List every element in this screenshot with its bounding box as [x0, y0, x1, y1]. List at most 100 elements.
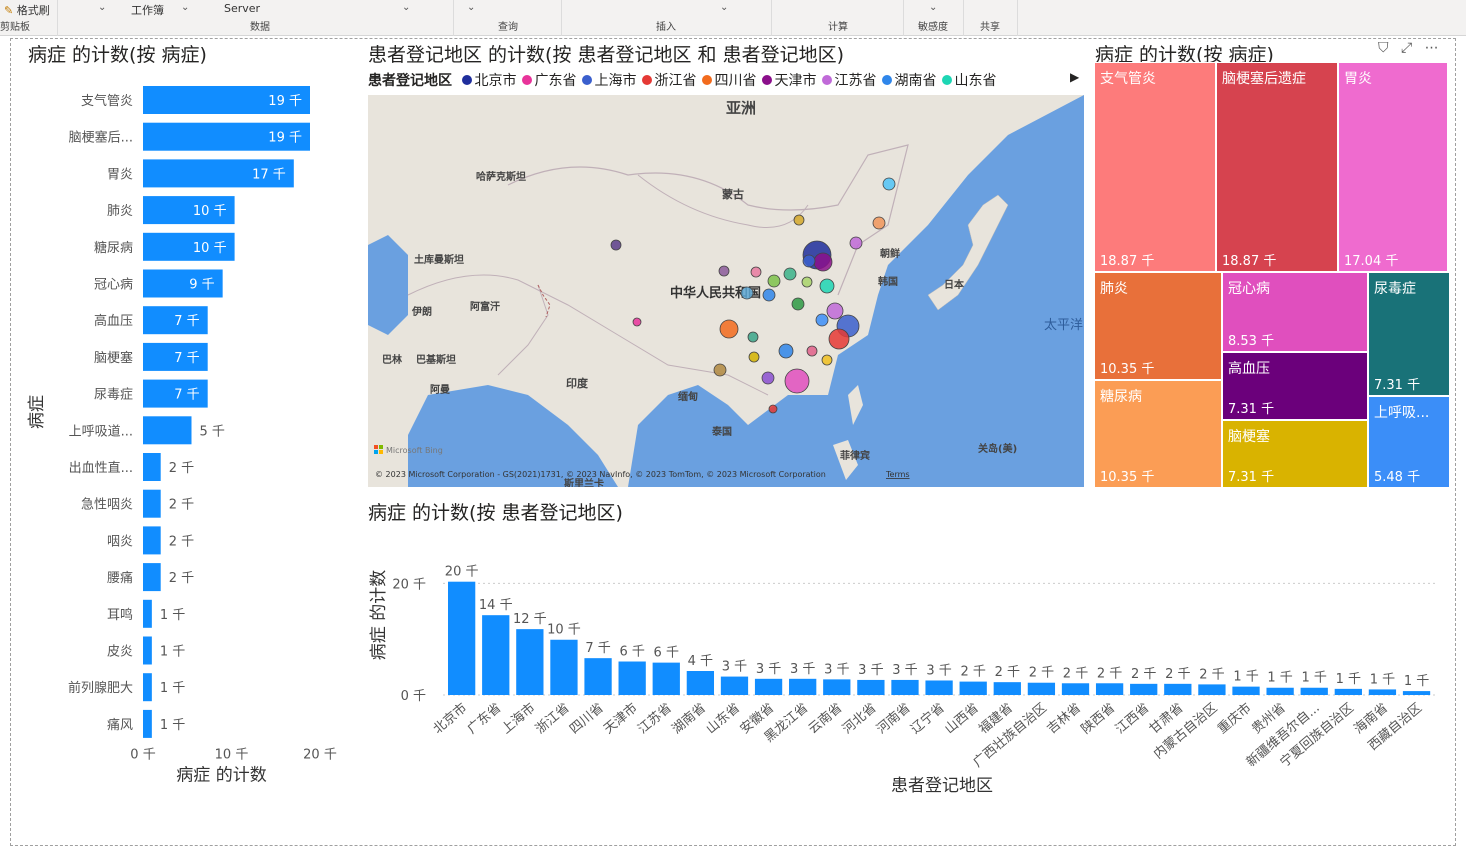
- map-bubble[interactable]: [750, 266, 762, 278]
- legend-item[interactable]: 四川省: [702, 70, 756, 90]
- map-bubble[interactable]: [713, 363, 727, 377]
- map-bubble[interactable]: [762, 288, 776, 302]
- map-bubble[interactable]: [719, 319, 739, 339]
- map-bubble[interactable]: [872, 216, 886, 230]
- map-canvas[interactable]: 亚洲 哈萨克斯坦 蒙古 土库曼斯坦 中华人民共和国 阿富汗 伊朗 巴基斯坦 阿曼…: [368, 95, 1084, 487]
- map-bubble[interactable]: [815, 313, 829, 327]
- map-bubble[interactable]: [802, 254, 816, 268]
- column-bar[interactable]: [1130, 683, 1158, 695]
- treemap-cell-value: 17.04 千: [1344, 254, 1399, 269]
- treemap-cell[interactable]: 脑梗塞后遗症 18.87 千: [1216, 62, 1338, 272]
- map-bubble[interactable]: [747, 331, 759, 343]
- bar[interactable]: [143, 489, 161, 518]
- column-bar[interactable]: [448, 581, 476, 695]
- column-bar[interactable]: [1061, 683, 1090, 695]
- map-bubble[interactable]: [819, 278, 835, 294]
- map-bubble[interactable]: [740, 286, 754, 300]
- map-bubble[interactable]: [778, 343, 794, 359]
- map-terms-link[interactable]: Terms: [885, 470, 910, 479]
- column-bar[interactable]: [959, 681, 987, 695]
- map-bubble[interactable]: [748, 351, 760, 363]
- column-bar[interactable]: [754, 678, 783, 695]
- treemap-cell[interactable]: 胃炎 17.04 千: [1338, 62, 1448, 272]
- column-bar[interactable]: [1368, 689, 1397, 695]
- map-bubble[interactable]: [791, 297, 805, 311]
- column-bar[interactable]: [686, 671, 715, 695]
- column-bar[interactable]: [482, 615, 510, 695]
- map-bubble[interactable]: [849, 236, 863, 250]
- legend-item[interactable]: 广东省: [522, 70, 576, 90]
- column-bar[interactable]: [550, 639, 578, 695]
- bar[interactable]: [143, 709, 152, 738]
- bar[interactable]: [143, 453, 161, 481]
- column-bar[interactable]: [1300, 687, 1328, 695]
- legend-item[interactable]: 江苏省: [822, 70, 876, 90]
- column-bar[interactable]: [1334, 688, 1362, 695]
- bar[interactable]: [143, 416, 192, 445]
- map-bubble[interactable]: [826, 302, 844, 320]
- treemap-cell[interactable]: 高血压 7.31 千: [1222, 352, 1368, 420]
- column-bar[interactable]: [1164, 683, 1192, 695]
- legend-item[interactable]: 浙江省: [642, 70, 696, 90]
- column-bar[interactable]: [993, 682, 1021, 695]
- legend-item[interactable]: 湖南省: [882, 70, 936, 90]
- legend-scroll-arrow-icon[interactable]: ▶: [1070, 70, 1079, 84]
- column-bar[interactable]: [652, 662, 680, 695]
- column-bar[interactable]: [857, 679, 885, 695]
- map-bubble[interactable]: [718, 265, 730, 277]
- map-bubble[interactable]: [610, 239, 622, 251]
- map-bubble[interactable]: [793, 214, 805, 226]
- map-bubble[interactable]: [783, 267, 797, 281]
- column-data-label: 2 千: [1029, 666, 1054, 681]
- treemap-cell[interactable]: 冠心病 8.53 千: [1222, 272, 1368, 352]
- bar[interactable]: [143, 636, 152, 665]
- treemap-cell[interactable]: 尿毒症 7.31 千: [1368, 272, 1450, 396]
- map-bubble[interactable]: [821, 354, 833, 366]
- map-bubble[interactable]: [801, 276, 813, 288]
- column-bar[interactable]: [584, 658, 612, 695]
- map-bubble[interactable]: [768, 404, 778, 414]
- bar[interactable]: [143, 599, 152, 628]
- bar-category-label: 上呼吸道...: [69, 424, 133, 439]
- treemap-cell[interactable]: 脑梗塞 7.31 千: [1222, 420, 1368, 488]
- column-bar[interactable]: [1232, 686, 1260, 695]
- column-bar[interactable]: [1402, 691, 1431, 695]
- bar[interactable]: [143, 673, 152, 702]
- treemap-cell[interactable]: 肺炎 10.35 千: [1094, 272, 1222, 380]
- map-bubble[interactable]: [632, 317, 642, 327]
- map-bubble[interactable]: [806, 345, 818, 357]
- column-bar[interactable]: [1027, 682, 1056, 695]
- legend-item[interactable]: 山东省: [942, 70, 996, 90]
- column-bar[interactable]: [1266, 687, 1294, 695]
- map-bubble[interactable]: [767, 274, 781, 288]
- legend-item[interactable]: 北京市: [462, 70, 516, 90]
- bar[interactable]: [143, 563, 161, 592]
- treemap[interactable]: 支气管炎 18.87 千 脑梗塞后遗症 18.87 千 胃炎 17.04 千肺炎 10.35…: [1094, 62, 1450, 488]
- column-bar[interactable]: [720, 676, 749, 695]
- column-bar[interactable]: [516, 629, 544, 695]
- column-bar[interactable]: [618, 661, 646, 695]
- column-bar[interactable]: [789, 678, 817, 695]
- bar[interactable]: [143, 526, 161, 555]
- treemap-cell[interactable]: 支气管炎 18.87 千: [1094, 62, 1216, 272]
- filter-icon[interactable]: ⛉: [1378, 40, 1389, 56]
- treemap-cell[interactable]: 糖尿病 10.35 千: [1094, 380, 1222, 488]
- map-bubble[interactable]: [882, 177, 896, 191]
- map-bubble[interactable]: [784, 368, 810, 394]
- map-bubble[interactable]: [761, 371, 775, 385]
- map[interactable]: 亚洲 哈萨克斯坦 蒙古 土库曼斯坦 中华人民共和国 阿富汗 伊朗 巴基斯坦 阿曼…: [368, 95, 1084, 487]
- map-bubble[interactable]: [828, 328, 850, 350]
- treemap-cell[interactable]: 上呼吸... 5.48 千: [1368, 396, 1450, 488]
- legend-item[interactable]: 天津市: [762, 70, 816, 90]
- map-bubble[interactable]: [813, 252, 833, 272]
- column-bar[interactable]: [1198, 684, 1226, 695]
- column-bar[interactable]: [1095, 683, 1124, 695]
- column-bar[interactable]: [925, 680, 953, 695]
- more-options-icon[interactable]: ⋯: [1425, 40, 1439, 56]
- focus-mode-icon[interactable]: ⤢: [1401, 40, 1412, 56]
- bar-chart[interactable]: 支气管炎 19 千脑梗塞后... 19 千胃炎 17 千肺炎 10 千糖尿病 10 千冠心…: [20, 70, 360, 800]
- column-bar[interactable]: [891, 679, 919, 695]
- column-bar[interactable]: [823, 679, 851, 695]
- column-chart[interactable]: 0 千 20 千 20 千北京市 14 千广东省 12 千上海市 10 千浙江省 7 千四川…: [362, 525, 1452, 800]
- legend-item[interactable]: 上海市: [582, 70, 636, 90]
